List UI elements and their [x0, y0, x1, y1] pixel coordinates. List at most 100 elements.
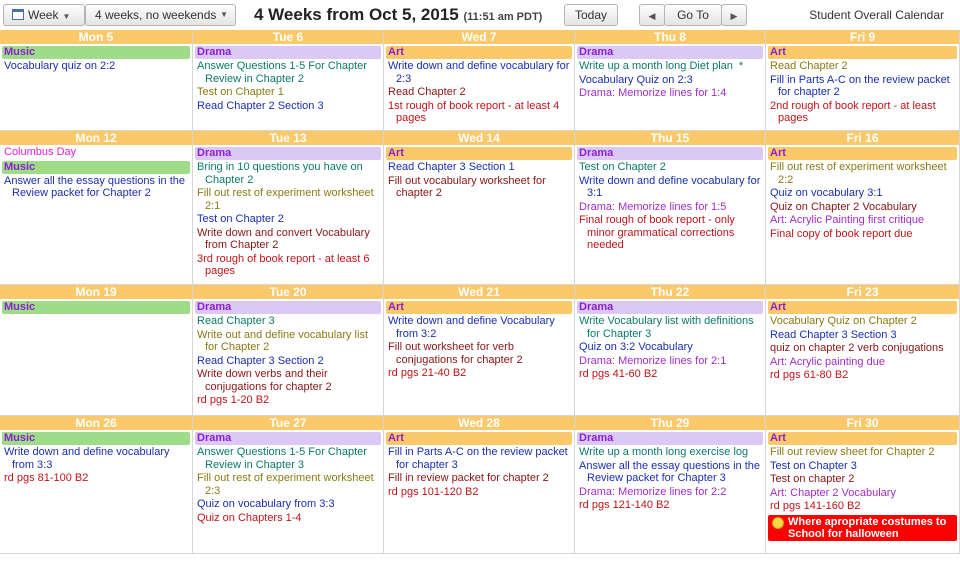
event-item[interactable]: rd pgs 21-40 B2: [388, 367, 572, 380]
day-header[interactable]: Mon 19: [0, 285, 192, 299]
event-item[interactable]: Fill out review sheet for Chapter 2: [770, 446, 957, 459]
event-item[interactable]: Final rough of book report - only minor …: [579, 214, 763, 252]
day-header[interactable]: Mon 5: [0, 30, 192, 44]
event-item[interactable]: Read Chapter 3 Section 3: [770, 329, 957, 342]
day-cell[interactable]: Wed 28 Art Fill in Parts A-C on the review…: [384, 416, 575, 554]
category-bar-drama[interactable]: Drama: [577, 147, 763, 160]
event-item[interactable]: 2nd rough of book report - at least page…: [770, 100, 957, 125]
event-item[interactable]: rd pgs 101-120 B2: [388, 486, 572, 499]
day-cell[interactable]: Thu 29 Drama Write up a month long exercis…: [575, 416, 766, 554]
day-header[interactable]: Thu 22: [575, 285, 765, 299]
day-cell[interactable]: Wed 7 Art Write down and define vocabulary…: [384, 30, 575, 131]
category-bar-art[interactable]: Art: [386, 147, 572, 160]
next-button[interactable]: ▶: [721, 4, 747, 26]
day-cell[interactable]: Thu 15 Drama Test on Chapter 2 Write down a…: [575, 131, 766, 285]
day-header[interactable]: Wed 7: [384, 30, 574, 44]
day-cell[interactable]: Mon 5 Music Vocabulary quiz on 2:2: [0, 30, 193, 131]
category-bar-music[interactable]: Music: [2, 160, 190, 174]
event-item[interactable]: Quiz on Chapter 2 Vocabulary: [770, 201, 957, 214]
event-item[interactable]: Read Chapter 2: [388, 86, 572, 99]
event-item[interactable]: Answer all the essay questions in the Re…: [579, 460, 763, 485]
category-bar-drama[interactable]: Drama: [195, 432, 381, 445]
day-cell[interactable]: Thu 8 Drama Write up a month long Diet pla…: [575, 30, 766, 131]
event-item[interactable]: Test on Chapter 2: [579, 161, 763, 174]
event-item[interactable]: Write down and convert Vocabulary from C…: [197, 227, 381, 252]
event-item[interactable]: Test on Chapter 2: [197, 213, 381, 226]
event-item[interactable]: Final copy of book report due: [770, 228, 957, 241]
day-cell[interactable]: Fri 23 Art Vocabulary Quiz on Chapter 2 Rea…: [766, 285, 960, 416]
event-item[interactable]: Write down and define vocabulary for 3:1: [579, 175, 763, 200]
event-item[interactable]: Write down and define vocabulary from 3:…: [4, 446, 190, 471]
event-item[interactable]: Answer all the essay questions in the Re…: [4, 175, 190, 200]
category-bar-drama[interactable]: Drama: [195, 301, 381, 314]
day-header[interactable]: Tue 27: [193, 416, 383, 430]
event-item[interactable]: Read Chapter 3 Section 1: [388, 161, 572, 174]
event-item[interactable]: Read Chapter 3 Section 2: [197, 355, 381, 368]
day-cell[interactable]: Tue 20 Drama Read Chapter 3 Write out and d…: [193, 285, 384, 416]
category-bar-drama[interactable]: Drama: [195, 46, 381, 59]
event-item[interactable]: rd pgs 121-140 B2: [579, 499, 763, 512]
event-item[interactable]: Quiz on 3:2 Vocabulary: [579, 341, 763, 354]
event-item[interactable]: Test on chapter 2: [770, 473, 957, 486]
event-item[interactable]: Vocabulary Quiz on 2:3: [579, 74, 763, 87]
day-header[interactable]: Wed 21: [384, 285, 574, 299]
day-cell[interactable]: Tue 13 Drama Bring in 10 questions you hav…: [193, 131, 384, 285]
event-item[interactable]: Drama: Memorize lines for 1:4: [579, 87, 763, 100]
event-item[interactable]: rd pgs 41-60 B2: [579, 368, 763, 381]
event-item[interactable]: Quiz on vocabulary from 3:3: [197, 498, 381, 511]
range-selector-button[interactable]: 4 weeks, no weekends ▼: [85, 4, 236, 26]
day-cell[interactable]: Mon 26 Music Write down and define vocabul…: [0, 416, 193, 554]
event-item[interactable]: Write down and define Vocabulary from 3:…: [388, 315, 572, 340]
alert-event[interactable]: Where apropriate costumes to School for …: [768, 514, 957, 541]
day-cell[interactable]: Mon 12 Columbus Day Music Answer all the es…: [0, 131, 193, 285]
event-item[interactable]: Vocabulary Quiz on Chapter 2: [770, 315, 957, 328]
event-item[interactable]: rd pgs 141-160 B2: [770, 500, 957, 513]
event-item[interactable]: Write Vocabulary list with definitions f…: [579, 315, 763, 340]
category-bar-drama[interactable]: Drama: [577, 46, 763, 59]
day-header[interactable]: Thu 8: [575, 30, 765, 44]
day-header[interactable]: Thu 15: [575, 131, 765, 145]
day-header[interactable]: Wed 28: [384, 416, 574, 430]
day-cell[interactable]: Fri 30 Art Fill out review sheet for Chapt…: [766, 416, 960, 554]
event-item[interactable]: rd pgs 61-80 B2: [770, 369, 957, 382]
day-cell[interactable]: Wed 21 Art Write down and define Vocabular…: [384, 285, 575, 416]
event-item[interactable]: Test on Chapter 1: [197, 86, 381, 99]
day-cell[interactable]: Mon 19 Music: [0, 285, 193, 416]
event-item[interactable]: Art: Acrylic Painting first critique: [770, 214, 957, 227]
event-item[interactable]: Vocabulary quiz on 2:2: [4, 60, 190, 73]
event-item[interactable]: Art: Acrylic painting due: [770, 356, 957, 369]
day-header[interactable]: Thu 29: [575, 416, 765, 430]
category-bar-drama[interactable]: Drama: [577, 432, 763, 445]
event-item[interactable]: Quiz on Chapters 1-4: [197, 512, 381, 525]
day-header[interactable]: Fri 30: [766, 416, 959, 430]
event-item[interactable]: Fill out rest of experiment worksheet 2:…: [197, 472, 381, 497]
event-item[interactable]: Fill in Parts A-C on the review packet f…: [388, 446, 572, 471]
day-cell[interactable]: Fri 9 Art Read Chapter 2 Fill in Parts A-C …: [766, 30, 960, 131]
category-bar-art[interactable]: Art: [386, 301, 572, 314]
event-item[interactable]: Quiz on vocabulary 3:1: [770, 187, 957, 200]
event-item[interactable]: Write up a month long exercise log: [579, 446, 763, 459]
event-item[interactable]: Bring in 10 questions you have on Chapte…: [197, 161, 381, 186]
event-item[interactable]: Read Chapter 3: [197, 315, 381, 328]
day-header[interactable]: Mon 26: [0, 416, 192, 430]
today-button[interactable]: Today: [564, 4, 618, 26]
event-item[interactable]: Art: Chapter 2 Vocabulary: [770, 487, 957, 500]
view-selector-button[interactable]: Week ▼: [3, 4, 85, 26]
event-item[interactable]: Fill in Parts A-C on the review packet f…: [770, 74, 957, 99]
category-bar-art[interactable]: Art: [768, 301, 957, 314]
day-cell[interactable]: Wed 14 Art Read Chapter 3 Section 1 Fill ou…: [384, 131, 575, 285]
event-item[interactable]: rd pgs 81-100 B2: [4, 472, 190, 485]
category-bar-art[interactable]: Art: [768, 147, 957, 160]
event-item[interactable]: Fill out rest of experiment worksheet 2:…: [197, 187, 381, 212]
day-header[interactable]: Wed 14: [384, 131, 574, 145]
day-header[interactable]: Fri 23: [766, 285, 959, 299]
goto-button[interactable]: Go To: [664, 4, 722, 26]
day-header[interactable]: Tue 6: [193, 30, 383, 44]
event-item[interactable]: Write down and define vocabulary for 2:3: [388, 60, 572, 85]
category-bar-art[interactable]: Art: [386, 432, 572, 445]
day-header[interactable]: Tue 13: [193, 131, 383, 145]
event-item[interactable]: rd pgs 1-20 B2: [197, 394, 381, 407]
prev-button[interactable]: ◀: [639, 4, 665, 26]
category-bar-music[interactable]: Music: [2, 432, 190, 445]
category-bar-music[interactable]: Music: [2, 301, 190, 314]
